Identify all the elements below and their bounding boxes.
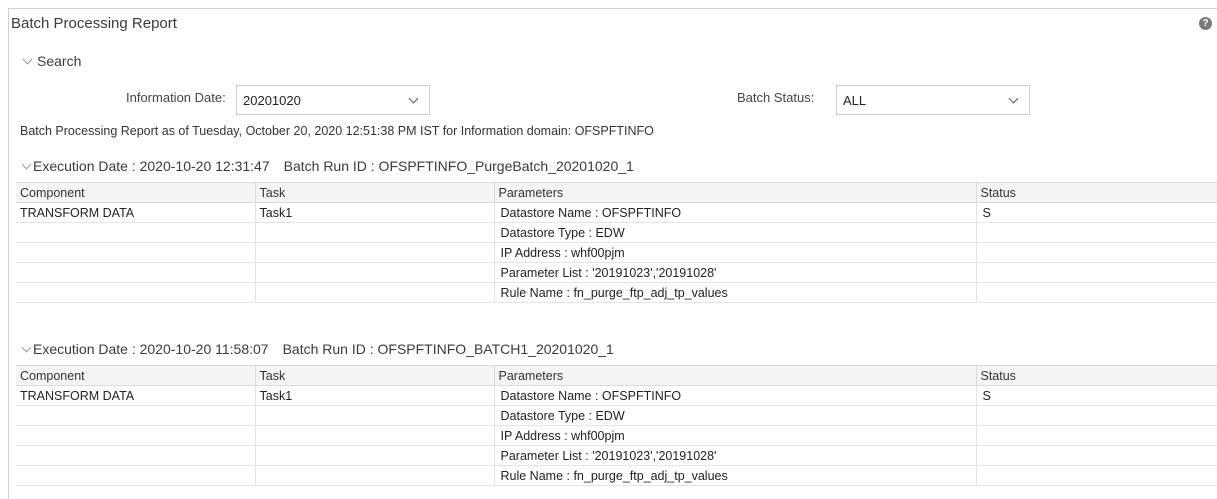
table-row: IP Address : whf00pjm (16, 242, 1217, 263)
search-section-label: Search (37, 53, 82, 69)
table-row: Parameter List : '20191023','20191028' (16, 445, 1217, 466)
execution-table: Component Task Parameters Status TRANSFO… (16, 182, 1217, 303)
task-cell (255, 242, 495, 263)
table-header-row: Component Task Parameters Status (16, 365, 1217, 386)
status-cell (976, 282, 1217, 303)
task-cell: Task1 (255, 385, 495, 406)
column-header-component[interactable]: Component (16, 182, 256, 203)
component-cell: TRANSFORM DATA (16, 202, 256, 223)
batch-run-id: Batch Run ID : OFSPFTINFO_BATCH1_2020102… (282, 341, 614, 357)
parameter-cell: Rule Name : fn_purge_ftp_adj_tp_values (494, 282, 977, 303)
column-header-status[interactable]: Status (976, 182, 1217, 203)
batch-status-select[interactable]: ALL (836, 85, 1030, 115)
component-cell (16, 222, 256, 243)
component-cell (16, 262, 256, 283)
chevron-down-icon (408, 93, 419, 104)
task-cell (255, 445, 495, 466)
table-row: TRANSFORM DATA Task1 Datastore Name : OF… (16, 385, 1217, 406)
search-section-toggle[interactable]: Search (22, 53, 82, 69)
status-cell (976, 445, 1217, 466)
component-cell (16, 425, 256, 446)
status-cell (976, 425, 1217, 446)
help-icon[interactable]: ? (1199, 17, 1212, 30)
column-header-task[interactable]: Task (255, 365, 495, 386)
information-date-select[interactable]: 20201020 (236, 85, 430, 115)
status-cell: S (976, 202, 1217, 223)
execution-header[interactable]: Execution Date : 2020-10-20 12:31:47 Bat… (21, 158, 634, 174)
parameter-cell: Datastore Type : EDW (494, 222, 977, 243)
execution-header[interactable]: Execution Date : 2020-10-20 11:58:07 Bat… (21, 341, 614, 357)
status-cell (976, 262, 1217, 283)
execution-table: Component Task Parameters Status TRANSFO… (16, 365, 1217, 486)
batch-status-value: ALL (843, 93, 867, 108)
parameter-cell: IP Address : whf00pjm (494, 242, 977, 263)
chevron-down-icon (1008, 93, 1019, 104)
status-cell (976, 405, 1217, 426)
column-header-parameters[interactable]: Parameters (494, 365, 977, 386)
task-cell: Task1 (255, 202, 495, 223)
table-row: TRANSFORM DATA Task1 Datastore Name : OF… (16, 202, 1217, 223)
report-summary-text: Batch Processing Report as of Tuesday, O… (20, 124, 654, 138)
chevron-down-icon (22, 54, 33, 64)
parameter-cell: Datastore Name : OFSPFTINFO (494, 385, 977, 406)
execution-date: Execution Date : 2020-10-20 12:31:47 (33, 158, 270, 174)
parameter-cell: Rule Name : fn_purge_ftp_adj_tp_values (494, 465, 977, 486)
table-row: Rule Name : fn_purge_ftp_adj_tp_values (16, 465, 1217, 486)
component-cell (16, 405, 256, 426)
task-cell (255, 425, 495, 446)
task-cell (255, 282, 495, 303)
parameter-cell: IP Address : whf00pjm (494, 425, 977, 446)
batch-status-label: Batch Status: (737, 90, 815, 105)
status-cell (976, 465, 1217, 486)
table-row: IP Address : whf00pjm (16, 425, 1217, 446)
parameter-cell: Parameter List : '20191023','20191028' (494, 445, 977, 466)
table-row: Parameter List : '20191023','20191028' (16, 262, 1217, 283)
page-title: Batch Processing Report (11, 15, 177, 32)
status-cell (976, 222, 1217, 243)
table-header-row: Component Task Parameters Status (16, 182, 1217, 203)
column-header-parameters[interactable]: Parameters (494, 182, 977, 203)
parameter-cell: Parameter List : '20191023','20191028' (494, 262, 977, 283)
chevron-down-icon (21, 159, 32, 169)
table-row: Datastore Type : EDW (16, 222, 1217, 243)
information-date-label: Information Date: (126, 90, 226, 105)
column-header-task[interactable]: Task (255, 182, 495, 203)
column-header-component[interactable]: Component (16, 365, 256, 386)
task-cell (255, 405, 495, 426)
column-header-status[interactable]: Status (976, 365, 1217, 386)
task-cell (255, 465, 495, 486)
component-cell (16, 465, 256, 486)
batch-run-id: Batch Run ID : OFSPFTINFO_PurgeBatch_202… (283, 158, 634, 174)
execution-date: Execution Date : 2020-10-20 11:58:07 (33, 341, 269, 357)
information-date-value: 20201020 (243, 93, 301, 108)
table-row: Rule Name : fn_purge_ftp_adj_tp_values (16, 282, 1217, 303)
task-cell (255, 222, 495, 243)
status-cell (976, 242, 1217, 263)
chevron-down-icon (21, 342, 32, 352)
component-cell (16, 242, 256, 263)
parameter-cell: Datastore Name : OFSPFTINFO (494, 202, 977, 223)
component-cell: TRANSFORM DATA (16, 385, 256, 406)
status-cell: S (976, 385, 1217, 406)
parameter-cell: Datastore Type : EDW (494, 405, 977, 426)
task-cell (255, 262, 495, 283)
component-cell (16, 282, 256, 303)
component-cell (16, 445, 256, 466)
table-row: Datastore Type : EDW (16, 405, 1217, 426)
